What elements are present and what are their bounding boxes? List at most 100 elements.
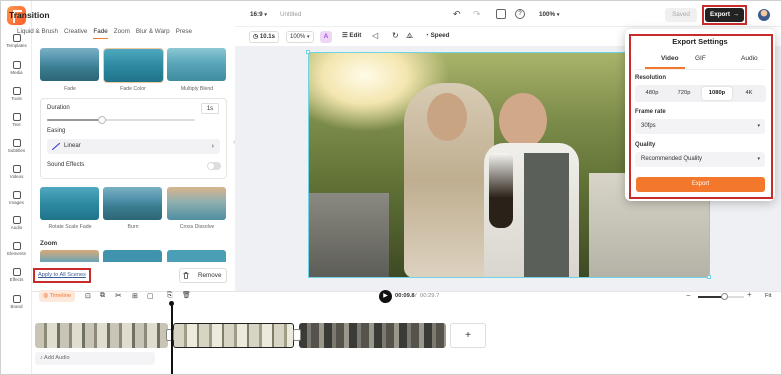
resolution-1080p[interactable]: 1080p (704, 90, 730, 96)
help-icon[interactable]: ? (515, 9, 525, 19)
add-audio-track[interactable]: ♪ Add Audio (35, 352, 155, 365)
rail-item-brand[interactable]: Brand (1, 295, 32, 309)
tab-gif[interactable]: GIF (695, 55, 706, 62)
transition-thumb-zoom-3[interactable] (167, 250, 226, 262)
resolution-label: Resolution (635, 75, 666, 81)
transition-thumb-zoom-1[interactable] (40, 250, 99, 262)
zoom-out-icon[interactable]: − (686, 291, 691, 300)
tab-liquid-brush[interactable]: Liquid & Brush (17, 28, 58, 39)
trash-icon[interactable]: 🗑 (182, 291, 191, 299)
tab-audio[interactable]: Audio (741, 55, 758, 62)
canvas-zoom-value: 100% (539, 11, 556, 18)
ai-magic-icon[interactable]: A (320, 31, 332, 43)
resolution-720p[interactable]: 720p (671, 90, 697, 96)
comment-icon[interactable]: ▢ (147, 292, 154, 300)
export-confirm-button[interactable]: Export (636, 177, 765, 192)
volume-icon[interactable]: ◁ (372, 31, 378, 40)
timeline-clip-selected[interactable] (173, 323, 294, 348)
rail-item-label: Media (10, 70, 23, 75)
apply-to-all-scenes-link[interactable]: Apply to All Scenes (33, 268, 91, 283)
thumb-label: Fade (64, 86, 76, 92)
play-button[interactable]: ▶ (379, 290, 392, 303)
flip-icon[interactable]: ⧌ (406, 31, 413, 41)
duration-chip[interactable]: ◷ 10.1s (249, 31, 279, 43)
transition-thumb-fade-color[interactable] (103, 48, 164, 83)
project-name[interactable]: Untitled (280, 11, 301, 18)
screenshot-icon[interactable] (496, 9, 506, 19)
resolution-480p[interactable]: 480p (639, 90, 665, 96)
duplicate-icon[interactable]: ⧉ (100, 292, 105, 300)
tab-zoom[interactable]: Zoom (114, 28, 130, 39)
playhead-line (171, 303, 173, 374)
rail-item-label: Elements (7, 251, 26, 256)
quality-select[interactable]: Recommended Quality ▾ (635, 152, 765, 167)
scissors-icon[interactable]: ✂ (115, 291, 122, 300)
transition-thumb-rotate-scale-fade[interactable] (40, 187, 99, 220)
tab-video[interactable]: Video (661, 55, 679, 62)
easing-label: Easing (47, 128, 66, 134)
rotate-icon[interactable]: ↻ (392, 31, 399, 40)
subtitles-icon (12, 139, 21, 147)
tab-fade[interactable]: Fade (93, 28, 108, 39)
transition-thumb-multiply-blend[interactable] (167, 48, 226, 81)
zoom-heading: Zoom (40, 240, 58, 247)
chevron-down-icon: ▾ (307, 34, 310, 40)
transition-marker[interactable] (293, 329, 301, 341)
zoom-in-icon[interactable]: + (747, 290, 752, 299)
transition-thumb-cross-dissolve[interactable] (167, 187, 226, 220)
rail-item-label: Text (12, 122, 21, 127)
left-rail: Templates Media Tools Text Subtitles Videos Im… (1, 1, 32, 374)
duration-value-field[interactable]: 1s (201, 103, 219, 114)
canvas-zoom-select[interactable]: 100% ▾ (539, 11, 559, 18)
crop-icon[interactable]: ⊞ (132, 292, 138, 300)
scale-select[interactable]: 100% ▾ (286, 31, 314, 43)
sound-effects-toggle[interactable] (207, 162, 221, 170)
copy-icon[interactable]: ⎘ (167, 292, 173, 300)
resize-handle[interactable] (707, 275, 711, 279)
export-settings-title: Export Settings (672, 37, 728, 46)
frame-rate-select[interactable]: 30fps ▾ (635, 119, 765, 134)
tab-creative[interactable]: Creative (64, 28, 87, 39)
rail-item-text[interactable]: Text (1, 113, 32, 127)
avatar[interactable] (758, 9, 770, 21)
add-clip-button[interactable]: + (450, 323, 486, 348)
split-icon[interactable]: ⊡ (85, 292, 91, 300)
rail-item-images[interactable]: Images (1, 191, 32, 205)
fit-button[interactable]: Fit (765, 293, 771, 299)
transition-thumb-burn[interactable] (103, 187, 162, 220)
transition-thumb-zoom-2[interactable] (103, 250, 162, 262)
quality-label: Quality (635, 142, 656, 148)
edit-label: Edit (349, 32, 362, 39)
rail-item-subtitles[interactable]: Subtitles (1, 139, 32, 153)
duration-slider-handle[interactable] (97, 116, 106, 124)
speed-button[interactable]: ◔ Speed (425, 32, 449, 39)
rail-item-videos[interactable]: Videos (1, 165, 32, 179)
transition-thumb-fade[interactable] (40, 48, 99, 81)
timeline-toggle[interactable]: ◍ Timeline (39, 290, 76, 302)
tools-icon (12, 87, 21, 95)
rail-item-effects[interactable]: Effects (1, 268, 32, 282)
resolution-4k[interactable]: 4K (736, 90, 762, 96)
resize-handle[interactable] (306, 50, 310, 54)
transition-marker[interactable] (166, 329, 174, 341)
chevron-down-icon: ▾ (757, 156, 760, 162)
rail-item-elements[interactable]: Elements (1, 242, 32, 256)
undo-icon[interactable]: ↶ (453, 9, 461, 20)
chevron-down-icon: ▾ (264, 12, 267, 18)
timeline-clip[interactable] (299, 323, 446, 348)
remove-button[interactable]: Remove (179, 268, 227, 283)
timeline-clip[interactable] (35, 323, 168, 348)
easing-select[interactable]: Linear › (47, 139, 220, 154)
rail-item-media[interactable]: Media (1, 61, 32, 75)
rail-item-tools[interactable]: Tools (1, 87, 32, 101)
redo-icon[interactable]: ↷ (473, 9, 481, 20)
export-button[interactable]: Export → (705, 8, 744, 22)
add-audio-label: Add Audio (44, 355, 70, 361)
tab-prese[interactable]: Prese (176, 28, 192, 39)
rail-item-audio[interactable]: Audio (1, 216, 32, 230)
edit-button[interactable]: ☰ Edit (342, 32, 361, 39)
tab-blur-warp[interactable]: Blur & Warp (136, 28, 170, 39)
chevron-down-icon: ▾ (556, 12, 560, 18)
aspect-ratio-select[interactable]: 16:9 ▾ (250, 11, 267, 18)
music-note-icon: ♪ (40, 355, 43, 361)
